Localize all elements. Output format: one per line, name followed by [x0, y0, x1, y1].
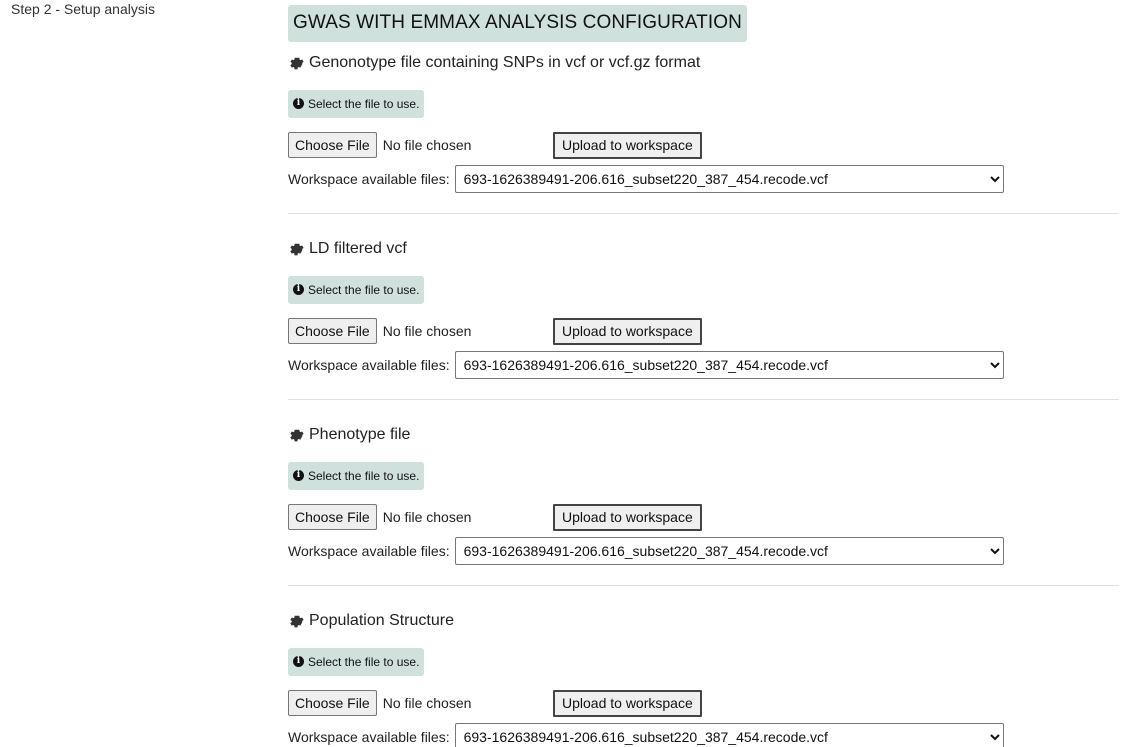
section-heading-text: Genonotype file containing SNPs in vcf o… [309, 54, 701, 71]
workspace-files-row: Workspace available files: 693-162638949… [288, 537, 1004, 565]
no-file-chosen-text: No file chosen [382, 323, 472, 339]
upload-to-workspace-button[interactable]: Upload to workspace [553, 131, 702, 159]
gear-icon [290, 429, 304, 442]
file-section-population-structure: Population Structure i Select the file t… [288, 612, 1119, 747]
info-circle-icon: i [293, 656, 304, 667]
page: Step 2 - Setup analysis GWAS WITH EMMAX … [0, 0, 1135, 747]
section-heading-text: Population Structure [309, 612, 454, 629]
no-file-chosen-text: No file chosen [382, 137, 472, 153]
section-divider [288, 585, 1119, 586]
hint-badge: i Select the file to use. [288, 648, 425, 676]
file-input-row: Choose File No file chosen Upload to wor… [288, 317, 1119, 345]
hint-text: Select the file to use. [308, 282, 420, 297]
section-heading-text: Phenotype file [309, 426, 411, 443]
file-section-ld-filtered: LD filtered vcf i Select the file to use… [288, 240, 1119, 426]
upload-to-workspace-button[interactable]: Upload to workspace [553, 503, 702, 531]
no-file-chosen-text: No file chosen [382, 695, 472, 711]
choose-file-button[interactable]: Choose File [288, 132, 377, 158]
choose-file-button[interactable]: Choose File [288, 690, 377, 716]
gear-icon [290, 57, 304, 70]
section-heading-text: LD filtered vcf [309, 240, 407, 257]
file-section-phenotype: Phenotype file i Select the file to use.… [288, 426, 1119, 612]
info-circle-icon: i [293, 284, 304, 295]
info-circle-icon: i [293, 470, 304, 481]
main-content: GWAS WITH EMMAX ANALYSIS CONFIGURATION G… [288, 5, 1119, 747]
workspace-files-label: Workspace available files: [288, 543, 450, 559]
workspace-files-select[interactable]: 693-1626389491-206.616_subset220_387_454… [454, 351, 1004, 379]
upload-to-workspace-button[interactable]: Upload to workspace [553, 317, 702, 345]
workspace-files-label: Workspace available files: [288, 729, 450, 745]
file-input-row: Choose File No file chosen Upload to wor… [288, 689, 1119, 717]
hint-text: Select the file to use. [308, 654, 420, 669]
workspace-files-row: Workspace available files: 693-162638949… [288, 723, 1004, 747]
hint-badge: i Select the file to use. [288, 276, 425, 304]
section-divider [288, 213, 1119, 214]
workspace-files-select[interactable]: 693-1626389491-206.616_subset220_387_454… [454, 165, 1004, 193]
file-input-row: Choose File No file chosen Upload to wor… [288, 503, 1119, 531]
upload-to-workspace-button[interactable]: Upload to workspace [553, 689, 702, 717]
no-file-chosen-text: No file chosen [382, 509, 472, 525]
section-divider [288, 399, 1119, 400]
choose-file-button[interactable]: Choose File [288, 318, 377, 344]
section-heading: Population Structure [288, 612, 454, 630]
page-title: GWAS WITH EMMAX ANALYSIS CONFIGURATION [288, 5, 747, 42]
workspace-files-label: Workspace available files: [288, 171, 450, 187]
info-circle-icon: i [293, 98, 304, 109]
section-heading: Genonotype file containing SNPs in vcf o… [288, 54, 700, 72]
workspace-files-select[interactable]: 693-1626389491-206.616_subset220_387_454… [454, 723, 1004, 747]
workspace-files-row: Workspace available files: 693-162638949… [288, 351, 1004, 379]
section-heading: LD filtered vcf [288, 240, 407, 258]
gear-icon [290, 615, 304, 628]
file-section-genotype: Genonotype file containing SNPs in vcf o… [288, 54, 1119, 240]
hint-text: Select the file to use. [308, 96, 420, 111]
sidebar-step-label: Step 2 - Setup analysis [11, 1, 155, 17]
choose-file-button[interactable]: Choose File [288, 504, 377, 530]
workspace-files-select[interactable]: 693-1626389491-206.616_subset220_387_454… [454, 537, 1004, 565]
section-heading: Phenotype file [288, 426, 410, 444]
gear-icon [290, 243, 304, 256]
workspace-files-row: Workspace available files: 693-162638949… [288, 165, 1004, 193]
workspace-files-label: Workspace available files: [288, 357, 450, 373]
hint-badge: i Select the file to use. [288, 90, 425, 118]
file-input-row: Choose File No file chosen Upload to wor… [288, 131, 1119, 159]
hint-text: Select the file to use. [308, 468, 420, 483]
hint-badge: i Select the file to use. [288, 462, 425, 490]
